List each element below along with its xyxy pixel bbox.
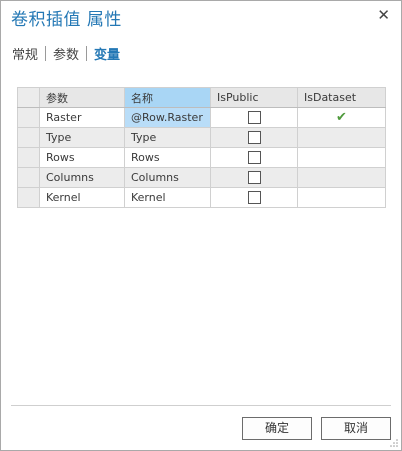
dialog-title: 卷积插值 属性 [11, 10, 122, 30]
row-header[interactable] [17, 107, 40, 128]
ispublic-checkbox[interactable] [247, 191, 261, 205]
column-header-isdataset[interactable]: IsDataset [297, 87, 386, 108]
ispublic-cell[interactable] [210, 127, 298, 148]
name-cell[interactable]: Columns [124, 167, 211, 188]
table-row[interactable]: Columns Columns [17, 167, 386, 188]
row-header[interactable] [17, 147, 40, 168]
ispublic-checkbox[interactable] [247, 171, 261, 185]
variables-grid: 参数 名称 IsPublic IsDataset Raster @Row.Ras… [17, 87, 386, 208]
isdataset-cell[interactable] [297, 147, 386, 168]
table-row[interactable]: Type Type [17, 127, 386, 148]
param-cell[interactable]: Columns [39, 167, 125, 188]
isdataset-cell[interactable] [297, 127, 386, 148]
tab-parameters[interactable]: 参数 [53, 44, 79, 63]
row-header[interactable] [17, 187, 40, 208]
column-header-name[interactable]: 名称 [124, 87, 211, 108]
param-cell[interactable]: Kernel [39, 187, 125, 208]
ispublic-cell[interactable] [210, 167, 298, 188]
param-cell[interactable]: Raster [39, 107, 125, 128]
tab-variables[interactable]: 变量 [94, 44, 120, 63]
resize-grip-icon[interactable] [390, 439, 398, 447]
isdataset-cell[interactable] [297, 187, 386, 208]
checkmark-icon: ✔ [336, 110, 347, 125]
tab-separator [86, 45, 88, 61]
isdataset-cell[interactable]: ✔ [297, 107, 386, 128]
cancel-button[interactable]: 取消 [321, 417, 391, 440]
properties-dialog: 卷积插值 属性 ✕ 常规 参数 变量 参数 名称 IsPublic IsData… [0, 0, 402, 451]
footer-divider [11, 405, 391, 406]
param-cell[interactable]: Type [39, 127, 125, 148]
ispublic-checkbox[interactable] [247, 151, 261, 165]
column-header-param[interactable]: 参数 [39, 87, 125, 108]
name-cell[interactable]: @Row.Raster [124, 107, 211, 128]
name-cell[interactable]: Kernel [124, 187, 211, 208]
name-cell[interactable]: Type [124, 127, 211, 148]
table-row[interactable]: Rows Rows [17, 147, 386, 168]
grid-header-row: 参数 名称 IsPublic IsDataset [17, 87, 386, 108]
ispublic-checkbox[interactable] [247, 111, 261, 125]
ispublic-cell[interactable] [210, 187, 298, 208]
ispublic-cell[interactable] [210, 147, 298, 168]
param-cell[interactable]: Rows [39, 147, 125, 168]
row-header[interactable] [17, 127, 40, 148]
tab-general[interactable]: 常规 [12, 44, 38, 63]
isdataset-cell[interactable] [297, 167, 386, 188]
tab-bar: 常规 参数 变量 [12, 43, 120, 63]
table-row[interactable]: Kernel Kernel [17, 187, 386, 208]
ok-button[interactable]: 确定 [242, 417, 312, 440]
close-icon[interactable]: ✕ [377, 7, 390, 23]
table-row[interactable]: Raster @Row.Raster ✔ [17, 107, 386, 128]
name-cell[interactable]: Rows [124, 147, 211, 168]
grid-corner [17, 87, 40, 108]
ispublic-cell[interactable] [210, 107, 298, 128]
tab-separator [45, 45, 47, 61]
column-header-ispublic[interactable]: IsPublic [210, 87, 298, 108]
ispublic-checkbox[interactable] [247, 131, 261, 145]
row-header[interactable] [17, 167, 40, 188]
